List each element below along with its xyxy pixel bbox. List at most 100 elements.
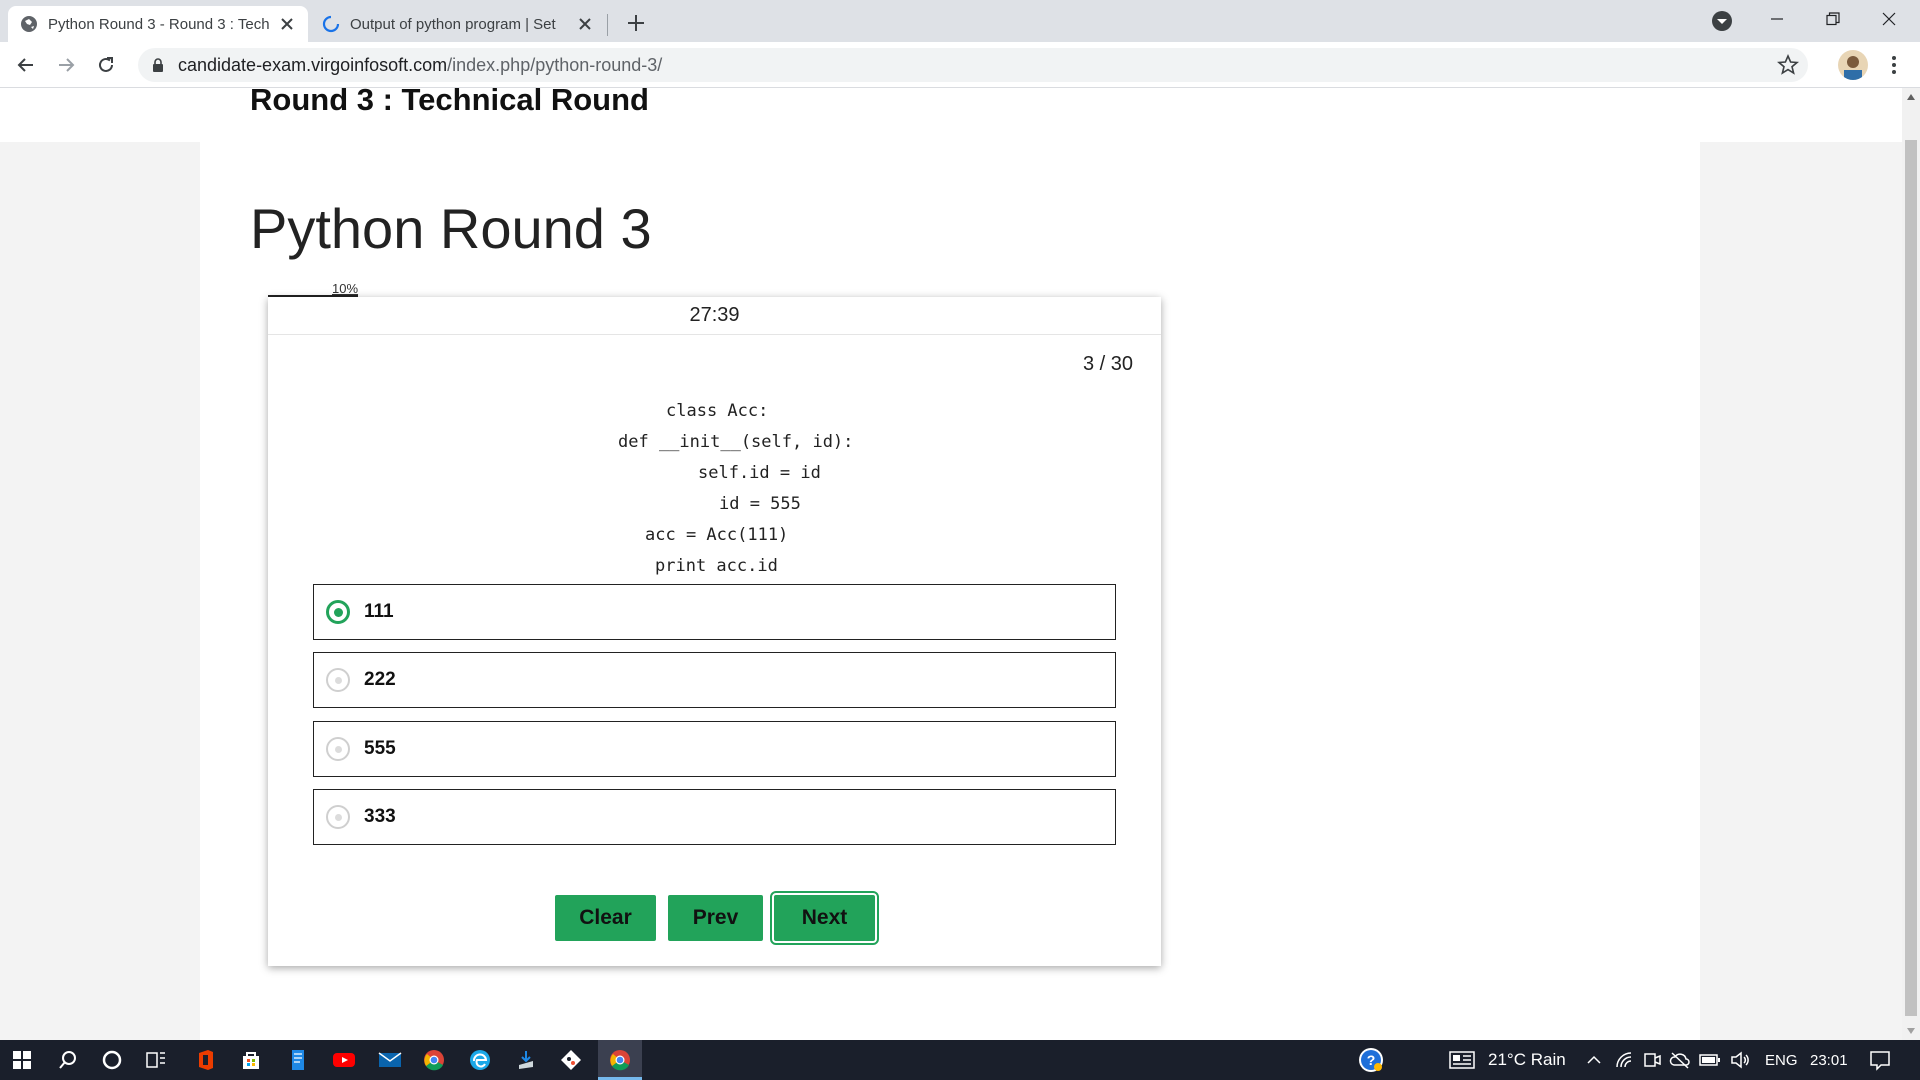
close-tab-icon[interactable]	[576, 15, 594, 33]
clock[interactable]: 23:01	[1810, 1052, 1848, 1069]
restore-button[interactable]	[1810, 4, 1856, 34]
action-center-button[interactable]	[1866, 1046, 1894, 1074]
address-bar[interactable]: candidate-exam.virgoinfosoft.com/index.p…	[138, 48, 1808, 82]
youtube-icon	[333, 1053, 355, 1067]
speaker-icon	[1731, 1051, 1749, 1069]
url-path: /index.php/python-round-3/	[447, 54, 663, 75]
windows-taskbar: ? 21°C Rain ENG 23:01	[0, 1040, 1920, 1080]
show-hidden-icons-button[interactable]	[1580, 1046, 1608, 1074]
tab-title: Python Round 3 - Round 3 : Tech	[48, 15, 270, 33]
option-label: 333	[364, 806, 396, 827]
cloud-off-icon	[1669, 1052, 1690, 1069]
url-text: candidate-exam.virgoinfosoft.com/index.p…	[178, 55, 662, 76]
answer-option-555[interactable]: 555	[313, 721, 1116, 777]
weather-text[interactable]: 21°C Rain	[1488, 1050, 1566, 1070]
scroll-down-arrow-icon[interactable]	[1907, 1028, 1915, 1034]
bookmark-star-icon[interactable]	[1776, 53, 1800, 77]
code-line: id = 555	[719, 494, 801, 514]
input-language[interactable]: ENG	[1765, 1052, 1798, 1069]
task-view-button[interactable]	[142, 1046, 170, 1074]
scrollbar-thumb[interactable]	[1905, 140, 1917, 1016]
network-tray-button[interactable]	[1610, 1046, 1638, 1074]
taskbar-office-app[interactable]	[192, 1046, 220, 1074]
search-button[interactable]	[54, 1046, 82, 1074]
chrome-icon	[424, 1050, 444, 1071]
news-widget-button[interactable]	[1448, 1046, 1476, 1074]
lock-icon[interactable]	[150, 57, 166, 73]
taskbar-chrome-app[interactable]	[420, 1046, 448, 1074]
radio-unselected-icon[interactable]	[326, 737, 350, 761]
svg-text:?: ?	[1367, 1052, 1376, 1068]
code-line: self.id = id	[698, 463, 821, 483]
answer-option-333[interactable]: 333	[313, 789, 1116, 845]
taskbar-file-app[interactable]	[284, 1046, 312, 1074]
taskbar-edge-app[interactable]	[466, 1046, 494, 1074]
code-line: print acc.id	[655, 556, 778, 576]
office-icon	[199, 1050, 213, 1070]
taskbar-mail-app[interactable]	[376, 1046, 404, 1074]
store-bag-icon	[243, 1052, 259, 1069]
radio-unselected-icon[interactable]	[326, 668, 350, 692]
new-tab-plus-icon[interactable]	[622, 9, 650, 37]
page-scrollbar[interactable]	[1902, 88, 1920, 1040]
battery-icon	[1699, 1054, 1720, 1066]
profile-avatar[interactable]	[1838, 50, 1868, 80]
tab-output-of-python-program[interactable]: Output of python program | Set	[310, 6, 606, 42]
answer-option-222[interactable]: 222	[313, 652, 1116, 708]
next-button[interactable]: Next	[770, 891, 879, 945]
tab-search-icon[interactable]	[1710, 9, 1734, 33]
forward-button[interactable]	[52, 51, 80, 79]
taskbar-store-app[interactable]	[237, 1046, 265, 1074]
page-viewport: Round 3 : Technical Round Python Round 3…	[0, 88, 1902, 1040]
mail-icon	[378, 1052, 402, 1067]
back-button[interactable]	[12, 51, 40, 79]
cortana-button[interactable]	[98, 1046, 126, 1074]
taskbar-youtube-app[interactable]	[330, 1046, 358, 1074]
chevron-up-icon	[1587, 1055, 1601, 1064]
profile-photo-icon	[1844, 56, 1862, 80]
chrome-icon	[610, 1050, 630, 1071]
code-line: acc = Acc(111)	[645, 525, 789, 545]
globe-icon	[21, 16, 37, 32]
more-options-icon[interactable]	[1880, 51, 1908, 79]
radio-selected-icon[interactable]	[326, 600, 350, 624]
round-heading: Round 3 : Technical Round	[250, 88, 649, 117]
answer-option-111[interactable]: 111	[313, 584, 1116, 640]
close-tab-icon[interactable]	[278, 15, 296, 33]
prev-button[interactable]: Prev	[668, 895, 763, 941]
quiz-card: 27:39 3 / 30 class Acc: def __init__(sel…	[268, 297, 1161, 966]
reload-button[interactable]	[92, 51, 120, 79]
browser-toolbar: candidate-exam.virgoinfosoft.com/index.p…	[0, 42, 1920, 88]
option-label: 222	[364, 669, 396, 690]
minimize-button[interactable]	[1754, 4, 1800, 34]
document-icon	[292, 1050, 304, 1070]
task-view-icon	[146, 1052, 165, 1068]
close-window-button[interactable]	[1866, 4, 1912, 34]
scroll-up-arrow-icon[interactable]	[1907, 94, 1915, 100]
restore-icon	[1826, 12, 1840, 26]
help-question-icon: ?	[1359, 1048, 1383, 1072]
wifi-icon	[1616, 1052, 1632, 1068]
taskbar-installer-app[interactable]	[512, 1046, 540, 1074]
taskbar-active-chrome[interactable]	[598, 1040, 642, 1080]
loading-spinner-icon	[322, 15, 340, 33]
radio-unselected-icon[interactable]	[326, 805, 350, 829]
arrow-left-icon	[17, 58, 33, 72]
start-button[interactable]	[8, 1046, 36, 1074]
tab-title: Output of python program | Set	[350, 15, 556, 33]
tab-python-round-3[interactable]: Python Round 3 - Round 3 : Tech	[8, 6, 308, 42]
page-title: Python Round 3	[250, 197, 652, 260]
taskbar-git-app[interactable]	[557, 1046, 585, 1074]
help-tray-button[interactable]: ?	[1356, 1045, 1386, 1075]
battery-tray-button[interactable]	[1696, 1046, 1724, 1074]
clear-button[interactable]: Clear	[555, 895, 656, 941]
countdown-timer: 27:39	[268, 297, 1161, 335]
reload-icon	[99, 57, 113, 72]
news-icon	[1449, 1051, 1475, 1069]
code-line: def __init__(self, id):	[618, 432, 854, 452]
cortana-ring-icon	[102, 1050, 122, 1070]
option-label: 555	[364, 738, 396, 759]
meet-now-tray-button[interactable]	[1638, 1046, 1666, 1074]
onedrive-tray-button[interactable]	[1666, 1046, 1694, 1074]
volume-tray-button[interactable]	[1726, 1046, 1754, 1074]
